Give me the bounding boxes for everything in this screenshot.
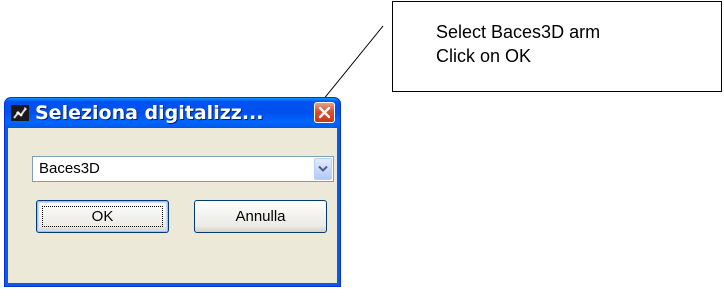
digitizer-select[interactable]: Baces3D xyxy=(32,156,334,182)
dropdown-button[interactable] xyxy=(314,158,332,180)
callout-text-line-1: Select Baces3D arm xyxy=(436,22,601,42)
dialog-client-area: Baces3D OK Annulla xyxy=(8,128,337,283)
dialog-title: Seleziona digitalizz... xyxy=(35,102,264,124)
title-bar[interactable]: Seleziona digitalizz... xyxy=(5,98,340,128)
callout-text-line-2: Click on OK xyxy=(436,46,532,66)
select-digitizer-dialog: Seleziona digitalizz... Baces3D OK Annul… xyxy=(4,97,341,287)
close-icon xyxy=(318,106,331,119)
cancel-button[interactable]: Annulla xyxy=(194,200,327,233)
ok-button[interactable]: OK xyxy=(36,200,169,233)
cancel-button-label: Annulla xyxy=(235,208,286,225)
chevron-down-icon xyxy=(318,165,328,172)
digitizer-select-value: Baces3D xyxy=(39,160,100,177)
digitizer-arm-icon xyxy=(11,105,29,121)
close-button[interactable] xyxy=(314,102,335,123)
ok-button-label: OK xyxy=(91,208,114,225)
callout-box: Select Baces3D arm Click on OK xyxy=(392,1,722,92)
